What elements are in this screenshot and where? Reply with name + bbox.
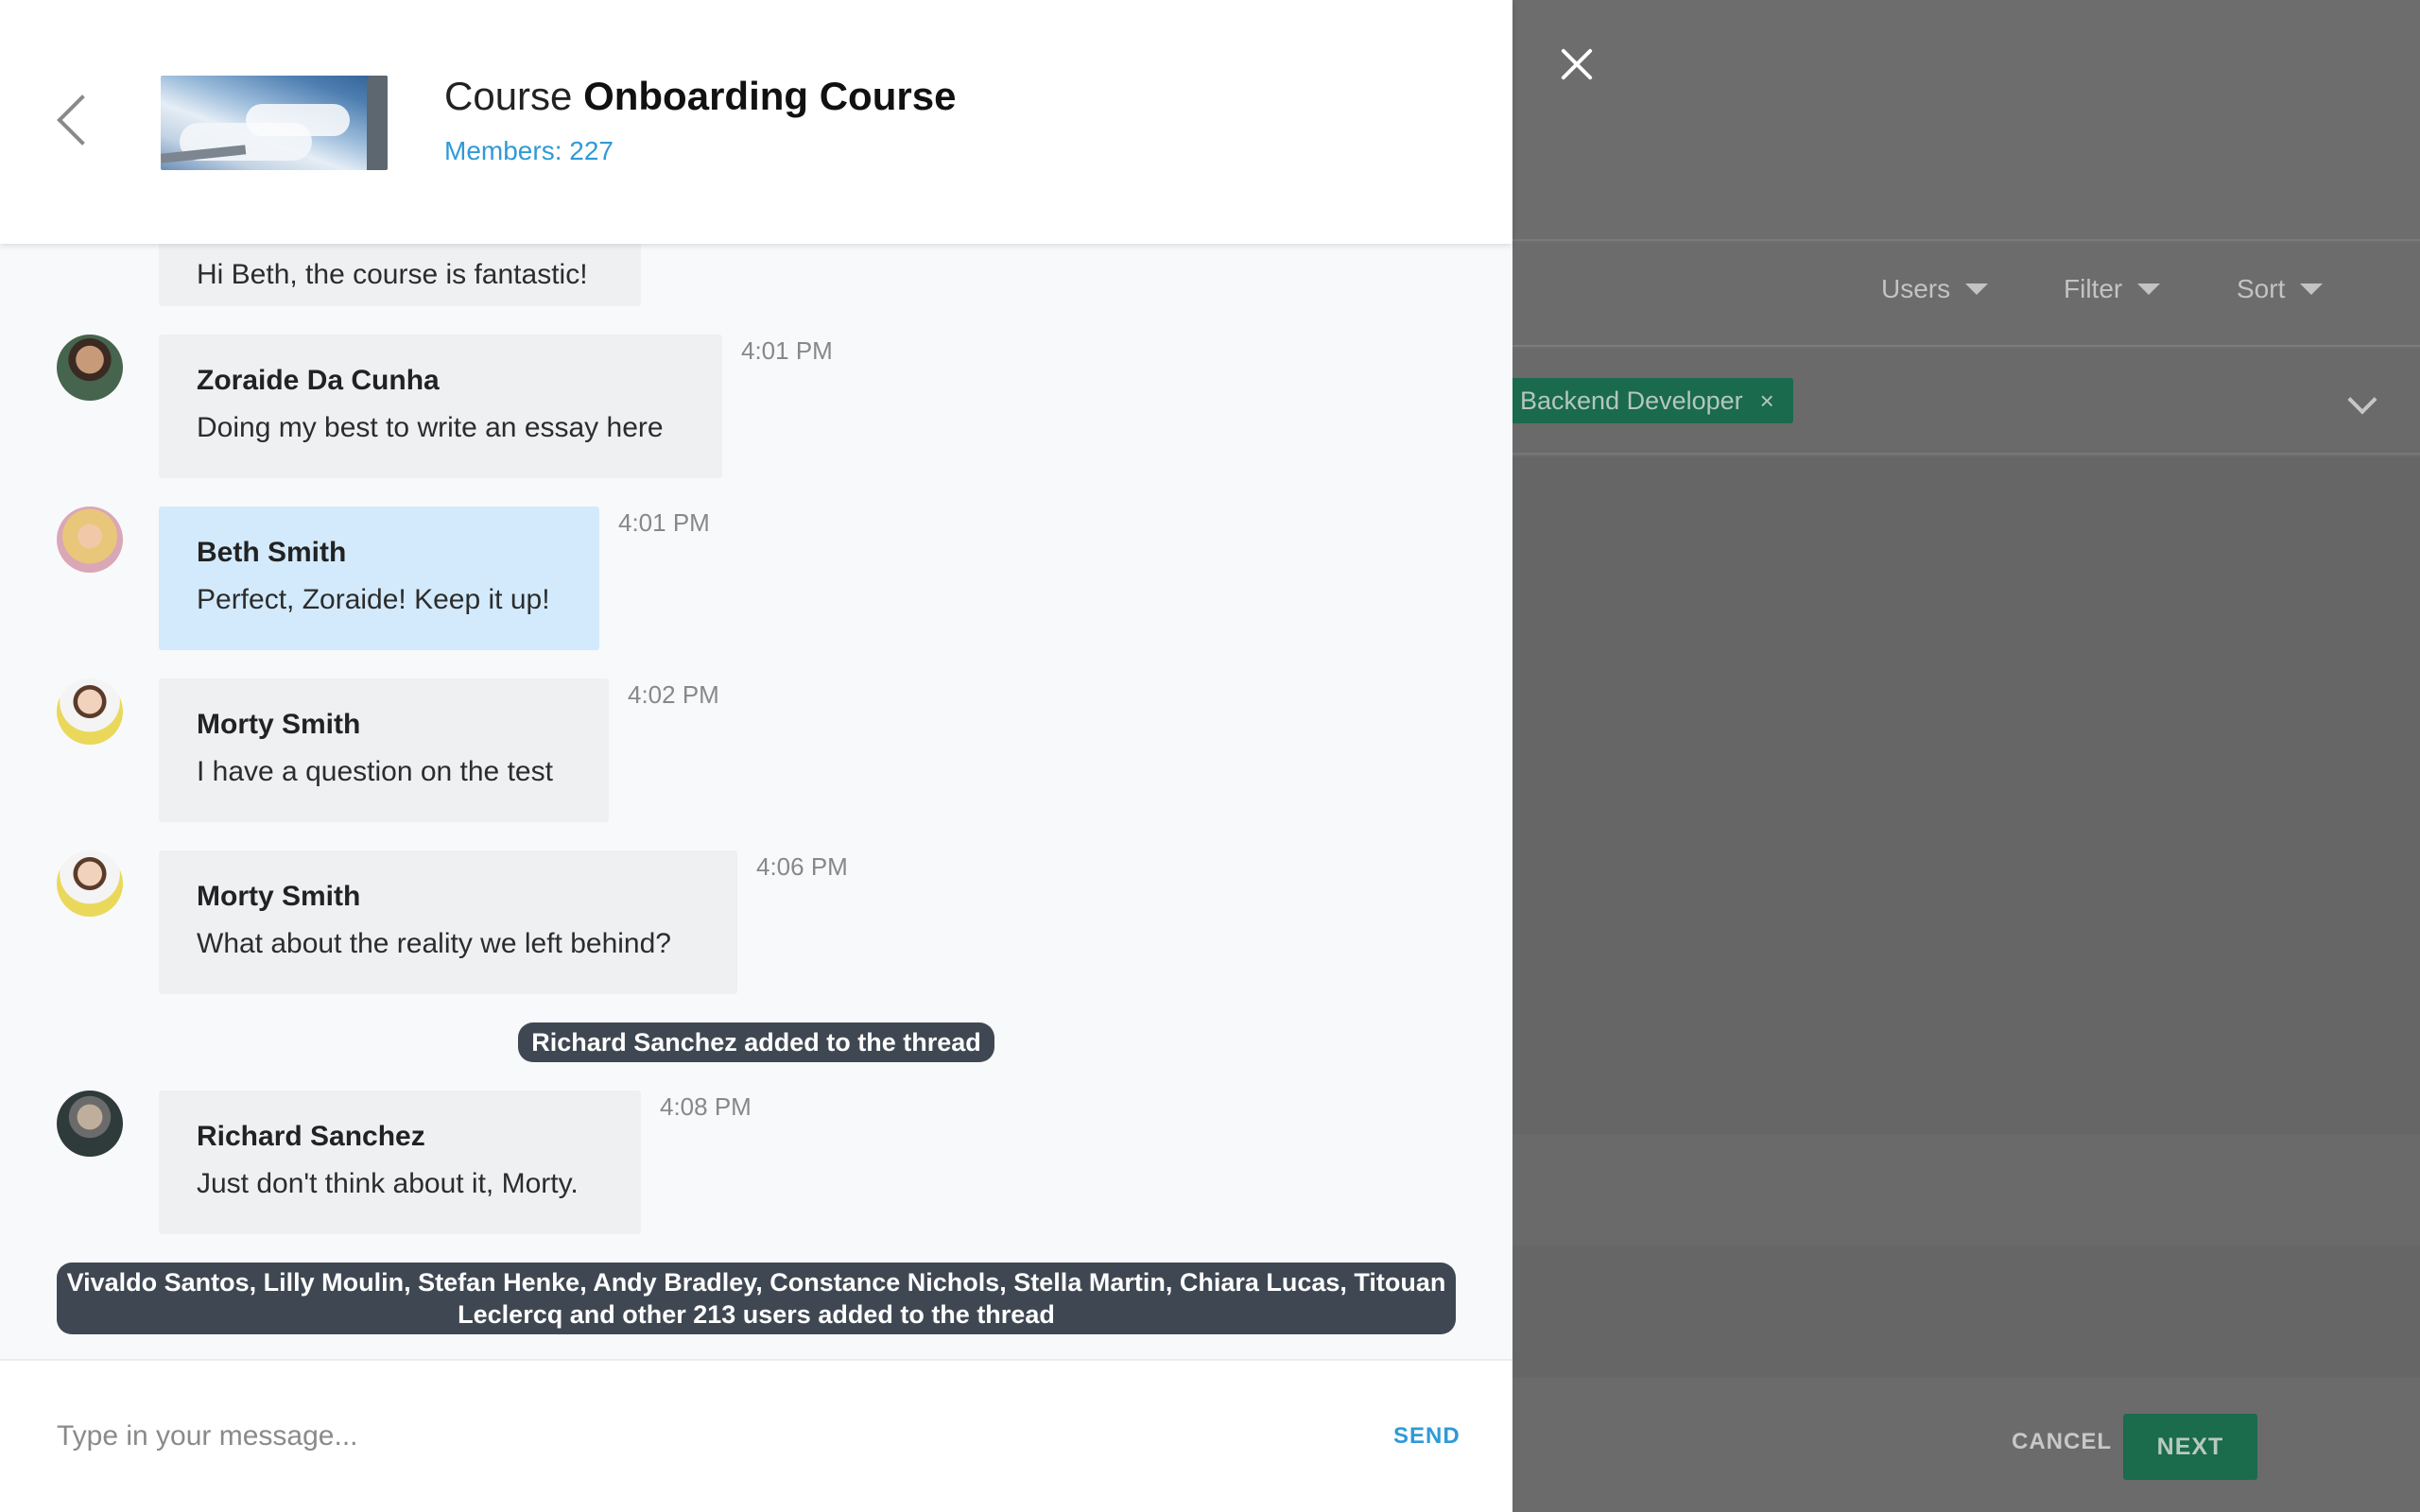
message-author: Morty Smith <box>197 881 361 912</box>
message-author: Morty Smith <box>197 709 361 740</box>
avatar[interactable] <box>57 850 123 917</box>
message-text: Just don't think about it, Morty. <box>197 1168 579 1199</box>
system-notice-multiple: Vivaldo Santos, Lilly Moulin, Stefan Hen… <box>57 1263 1456 1334</box>
cancel-button[interactable]: CANCEL <box>2012 1429 2112 1455</box>
course-title: Course Onboarding Course <box>444 74 956 119</box>
close-icon[interactable] <box>1550 38 1603 91</box>
caret-down-icon <box>2300 284 2324 295</box>
sort-dropdown[interactable]: Sort <box>2237 274 2324 304</box>
users-dropdown[interactable]: Users <box>1881 274 1989 304</box>
course-title-name: Onboarding Course <box>583 74 957 118</box>
message-composer: SEND <box>0 1359 1512 1512</box>
message-text: Doing my best to write an essay here <box>197 412 664 443</box>
message-bubble: Beth Smith Perfect, Zoraide! Keep it up! <box>159 507 599 650</box>
message-text: What about the reality we left behind? <box>197 928 671 959</box>
message-author: Richard Sanchez <box>197 1121 425 1152</box>
message-bubble: Richard Sanchez Just don't think about i… <box>159 1091 641 1234</box>
avatar[interactable] <box>57 507 123 573</box>
members-link[interactable]: Members: 227 <box>444 136 614 166</box>
filter-chip-label: n: Backend Developer <box>1492 386 1743 415</box>
message-bubble: Hi Beth, the course is fantastic! <box>159 244 641 306</box>
sort-dropdown-label: Sort <box>2237 274 2286 303</box>
message-author: Beth Smith <box>197 537 347 568</box>
message-input[interactable] <box>57 1408 1286 1465</box>
system-notice-line: Leclercq and other 213 users added to th… <box>458 1300 1055 1329</box>
chat-panel: Course Onboarding Course Members: 227 Hi… <box>0 0 1512 1512</box>
caret-down-icon <box>2137 284 2161 295</box>
message-time: 4:01 PM <box>618 508 710 537</box>
message-time: 4:01 PM <box>741 336 833 365</box>
message-bubble: Zoraide Da Cunha Doing my best to write … <box>159 335 722 478</box>
filter-dropdown[interactable]: Filter <box>2064 274 2161 304</box>
message-time: 4:02 PM <box>628 680 719 709</box>
message-list[interactable]: Hi Beth, the course is fantastic! Zoraid… <box>0 244 1512 1359</box>
message-time: 4:08 PM <box>660 1092 752 1121</box>
system-notice: Richard Sanchez added to the thread <box>518 1022 994 1062</box>
system-notice-line: Vivaldo Santos, Lilly Moulin, Stefan Hen… <box>66 1268 1446 1297</box>
filter-chip: n: Backend Developer × <box>1475 378 1793 423</box>
avatar[interactable] <box>57 335 123 401</box>
caret-down-icon <box>1965 284 1989 295</box>
filter-dropdown-label: Filter <box>2064 274 2123 303</box>
message-text: I have a question on the test <box>197 756 553 787</box>
course-title-prefix: Course <box>444 74 573 118</box>
send-button[interactable]: SEND <box>1393 1423 1461 1450</box>
message-time: 4:06 PM <box>756 852 848 881</box>
course-thumbnail <box>161 76 388 170</box>
chip-close-icon[interactable]: × <box>1760 387 1774 416</box>
message-bubble: Morty Smith I have a question on the tes… <box>159 679 609 822</box>
message-text: Hi Beth, the course is fantastic! <box>197 259 588 290</box>
avatar[interactable] <box>57 679 123 745</box>
back-icon[interactable] <box>57 94 108 146</box>
message-text: Perfect, Zoraide! Keep it up! <box>197 584 550 615</box>
next-button[interactable]: NEXT <box>2123 1414 2257 1480</box>
chat-header: Course Onboarding Course Members: 227 <box>0 0 1512 244</box>
message-author: Zoraide Da Cunha <box>197 365 440 396</box>
message-bubble: Morty Smith What about the reality we le… <box>159 850 737 994</box>
users-dropdown-label: Users <box>1881 274 1951 303</box>
avatar[interactable] <box>57 1091 123 1157</box>
